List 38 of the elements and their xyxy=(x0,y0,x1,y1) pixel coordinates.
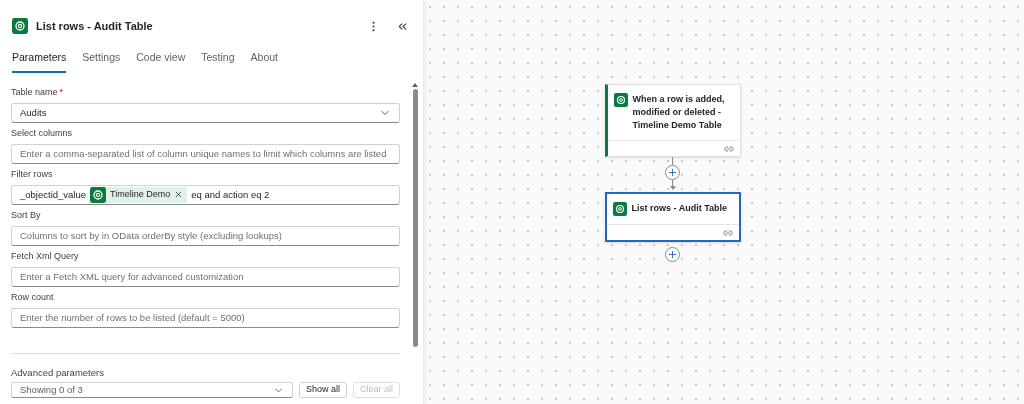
field-label: Sort By xyxy=(11,209,41,223)
remove-icon xyxy=(174,190,184,200)
filter-text: eq and action eq 2 xyxy=(191,187,270,202)
flow-step-card[interactable]: When a row is added, modified or deleted - Timeline Demo Table xyxy=(604,84,741,157)
advanced-parameters-dropdown[interactable]: Showing 0 of 3 xyxy=(11,382,293,398)
field-label: Filter rows xyxy=(11,168,53,182)
tab[interactable]: Testing xyxy=(201,50,235,73)
field-label: Advanced parameters xyxy=(11,365,105,380)
text-input-field[interactable]: Columns to sort by in OData orderBy style (excluding lookups) xyxy=(11,225,400,246)
link-icon xyxy=(722,227,733,238)
text-input-field[interactable]: Enter a comma-separated list of column unique names to limit which columns are listed xyxy=(11,143,400,164)
dataverse-logo-icon xyxy=(12,18,28,34)
action-button[interactable]: Show all xyxy=(298,382,347,398)
tab[interactable]: Parameters xyxy=(12,50,67,73)
dataverse-logo-icon xyxy=(613,93,628,107)
panel-title: List rows - Audit Table xyxy=(36,18,154,34)
add-step-button[interactable] xyxy=(665,165,680,180)
step-title: List rows - Audit Table xyxy=(631,202,727,215)
tab[interactable]: About xyxy=(250,50,278,73)
filter-text: _objectid_value xyxy=(20,187,87,202)
add-step-button[interactable] xyxy=(665,247,680,262)
text-input-field[interactable]: Enter the number of rows to be listed (default = 5000) xyxy=(11,307,400,328)
field-label: Select columns xyxy=(11,127,73,141)
tab[interactable]: Code view xyxy=(136,50,186,73)
required-asterisk: * xyxy=(59,86,64,100)
dynamic-content-token[interactable]: Timeline Demo xyxy=(90,186,188,203)
text-input-field[interactable]: Enter a Fetch XML query for advanced customization xyxy=(11,266,400,287)
step-title: When a row is added, modified or deleted - Timeline Demo Table xyxy=(632,93,726,132)
dataverse-logo-icon xyxy=(612,202,627,216)
dataverse-logo-icon xyxy=(90,186,107,203)
field-label: Table name xyxy=(11,86,58,100)
field-label: Fetch Xml Query xyxy=(11,250,79,264)
filter-rows-field[interactable]: _objectid_value Timeline Demo eq and action eq 2 xyxy=(11,184,400,205)
field-label: Row count xyxy=(11,291,54,305)
tab[interactable]: Settings xyxy=(82,50,121,73)
flow-step-card[interactable]: List rows - Audit Table xyxy=(604,192,741,242)
table-name-dropdown[interactable]: Audits xyxy=(11,102,400,123)
link-icon xyxy=(723,143,734,154)
